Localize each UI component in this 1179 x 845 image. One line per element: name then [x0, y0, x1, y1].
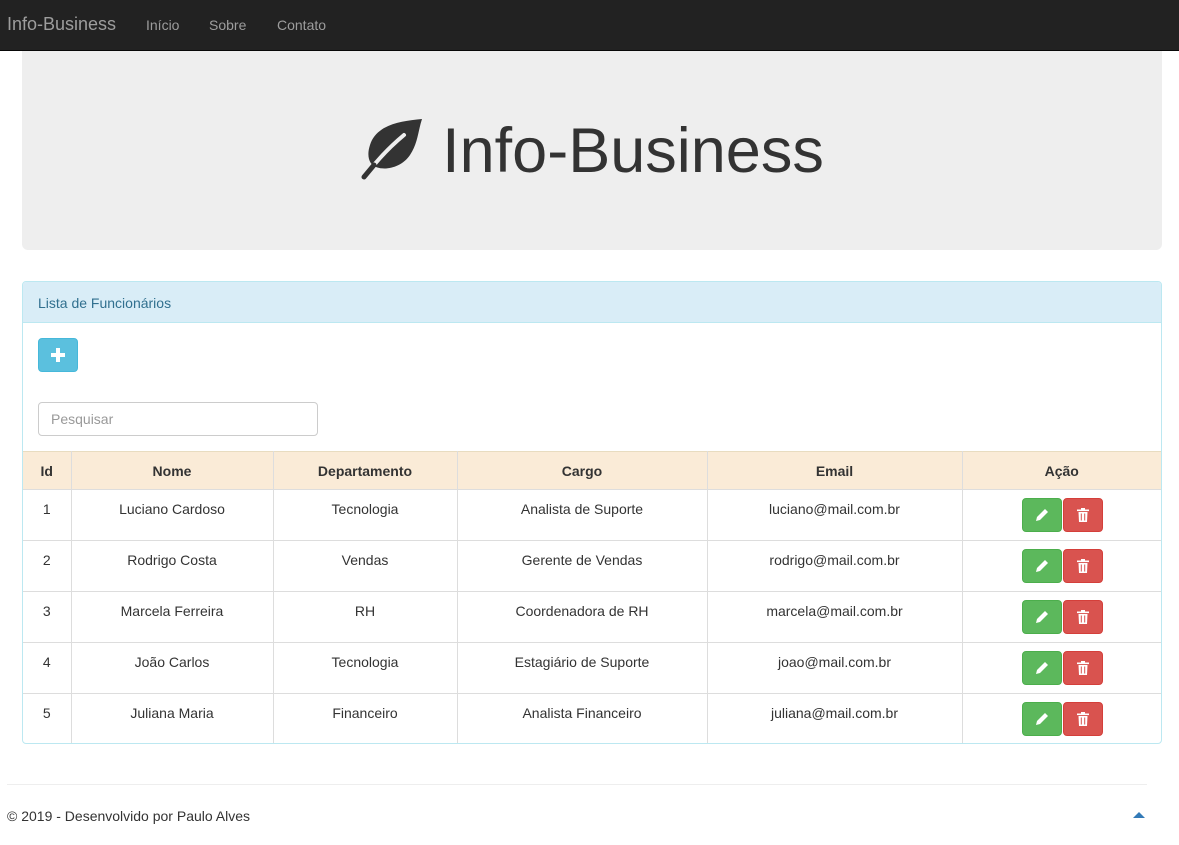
navbar-brand[interactable]: Info-Business — [7, 14, 116, 35]
footer-divider — [7, 784, 1147, 785]
column-header-email: Email — [706, 451, 963, 490]
cell-cargo: Analista Financeiro — [456, 693, 708, 743]
search-input[interactable] — [38, 402, 318, 436]
cell-departamento: Tecnologia — [272, 642, 458, 694]
cell-email: marcela@mail.com.br — [706, 591, 963, 643]
panel-heading: Lista de Funcionários — [23, 282, 1161, 323]
table-row: 3 Marcela Ferreira RH Coordenadora de RH… — [23, 591, 1161, 643]
footer-copyright: © 2019 - Desenvolvido por Paulo Alves — [7, 808, 251, 824]
column-header-nome: Nome — [70, 451, 274, 490]
table-header-row: Id Nome Departamento Cargo Email Ação — [23, 451, 1161, 490]
cell-departamento: Financeiro — [272, 693, 458, 743]
column-header-acao: Ação — [961, 451, 1161, 490]
plus-icon — [51, 348, 65, 362]
cell-id: 1 — [23, 489, 72, 541]
trash-icon — [1076, 508, 1089, 522]
pencil-icon — [1035, 611, 1048, 623]
cell-cargo: Estagiário de Suporte — [456, 642, 708, 694]
cell-actions — [961, 693, 1161, 743]
cell-nome: Marcela Ferreira — [70, 591, 274, 643]
employee-table: Id Nome Departamento Cargo Email Ação 1 … — [23, 451, 1161, 743]
cell-cargo: Analista de Suporte — [456, 489, 708, 541]
table-row: 1 Luciano Cardoso Tecnologia Analista de… — [23, 489, 1161, 541]
cell-departamento: Tecnologia — [272, 489, 458, 541]
cell-actions — [961, 591, 1161, 643]
edit-button[interactable] — [1021, 498, 1062, 532]
trash-icon — [1076, 712, 1089, 726]
cell-nome: Luciano Cardoso — [70, 489, 274, 541]
top-navbar: Info-Business Início Sobre Contato — [0, 0, 1179, 51]
nav-link-inicio[interactable]: Início — [146, 17, 179, 33]
cell-id: 2 — [23, 540, 72, 592]
hero-title: Info-Business — [442, 115, 824, 186]
cell-email: luciano@mail.com.br — [706, 489, 963, 541]
table-row: 2 Rodrigo Costa Vendas Gerente de Vendas… — [23, 540, 1161, 592]
cell-id: 5 — [23, 693, 72, 743]
cell-cargo: Gerente de Vendas — [456, 540, 708, 592]
cell-email: joao@mail.com.br — [706, 642, 963, 694]
cell-email: rodrigo@mail.com.br — [706, 540, 963, 592]
cell-actions — [961, 642, 1161, 694]
cell-cargo: Coordenadora de RH — [456, 591, 708, 643]
cell-nome: João Carlos — [70, 642, 274, 694]
hero-content: Info-Business — [22, 111, 1162, 191]
edit-button[interactable] — [1021, 600, 1062, 634]
trash-icon — [1076, 610, 1089, 624]
cell-id: 3 — [23, 591, 72, 643]
column-header-id: Id — [23, 451, 72, 490]
pencil-icon — [1035, 713, 1048, 725]
pencil-icon — [1035, 509, 1048, 521]
trash-icon — [1076, 661, 1089, 675]
cell-departamento: Vendas — [272, 540, 458, 592]
leaf-icon — [361, 119, 423, 180]
column-header-cargo: Cargo — [456, 451, 708, 490]
delete-button[interactable] — [1062, 702, 1103, 736]
edit-button[interactable] — [1021, 549, 1062, 583]
delete-button[interactable] — [1062, 651, 1103, 685]
delete-button[interactable] — [1062, 498, 1103, 532]
pencil-icon — [1035, 560, 1048, 572]
add-employee-button[interactable] — [38, 338, 78, 372]
trash-icon — [1076, 559, 1089, 573]
nav-link-sobre[interactable]: Sobre — [209, 17, 246, 33]
table-row: 5 Juliana Maria Financeiro Analista Fina… — [23, 693, 1161, 743]
employee-list-panel: Lista de Funcionários Id Nome Departamen… — [22, 281, 1162, 744]
hero-banner: Info-Business — [22, 51, 1162, 250]
triangle-up-icon[interactable] — [1131, 808, 1147, 822]
cell-actions — [961, 489, 1161, 541]
cell-departamento: RH — [272, 591, 458, 643]
edit-button[interactable] — [1021, 702, 1062, 736]
delete-button[interactable] — [1062, 549, 1103, 583]
edit-button[interactable] — [1021, 651, 1062, 685]
nav-link-contato[interactable]: Contato — [277, 17, 326, 33]
cell-email: juliana@mail.com.br — [706, 693, 963, 743]
pencil-icon — [1035, 662, 1048, 674]
cell-nome: Rodrigo Costa — [70, 540, 274, 592]
cell-id: 4 — [23, 642, 72, 694]
cell-actions — [961, 540, 1161, 592]
column-header-departamento: Departamento — [272, 451, 458, 490]
cell-nome: Juliana Maria — [70, 693, 274, 743]
delete-button[interactable] — [1062, 600, 1103, 634]
table-row: 4 João Carlos Tecnologia Estagiário de S… — [23, 642, 1161, 694]
